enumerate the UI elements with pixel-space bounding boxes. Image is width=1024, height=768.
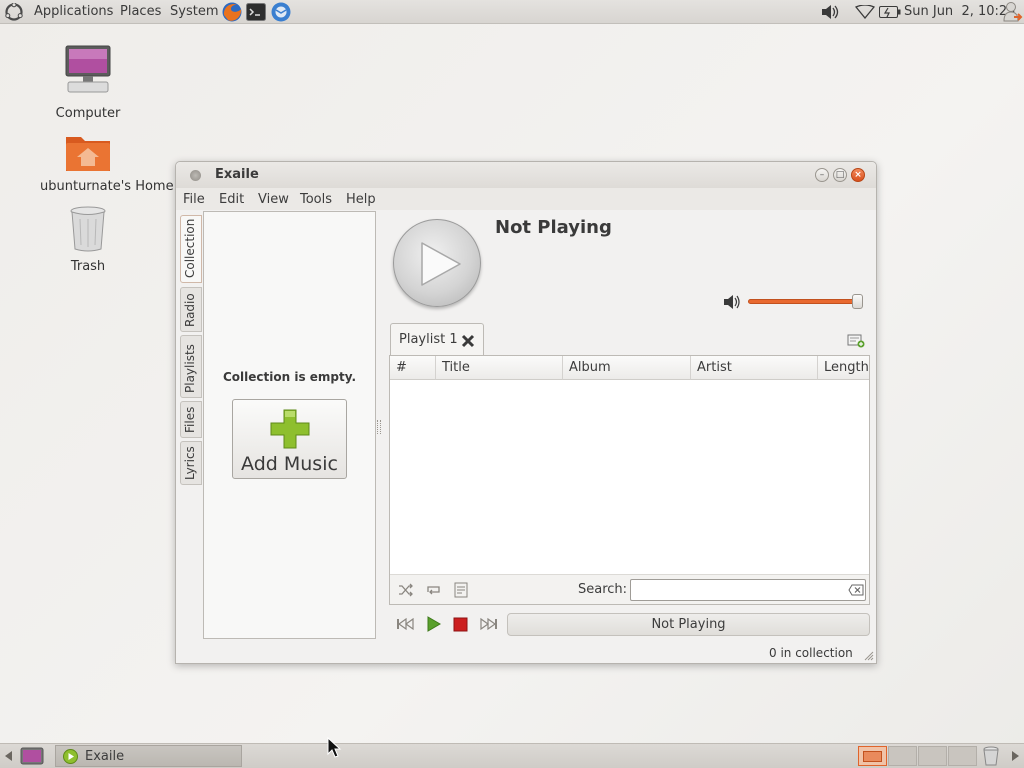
volume-slider[interactable] [748,294,863,309]
desktop-trash[interactable]: Trash [40,205,136,274]
playback-progress-bar[interactable]: Not Playing [507,613,870,636]
volume-icon[interactable] [821,4,841,20]
playlist-tab-label: Playlist 1 [399,332,458,347]
computer-icon [65,45,111,93]
exaile-window: Exaile – □ × File Edit View Tools Help C… [175,161,877,664]
window-titlebar[interactable]: Exaile – □ × [176,162,876,188]
volume-mute-icon[interactable] [723,294,741,310]
search-input[interactable] [630,579,866,601]
playlist-tab[interactable]: Playlist 1 [390,323,484,355]
minimize-button[interactable]: – [815,168,829,182]
terminal-icon[interactable] [246,3,266,21]
wifi-icon[interactable] [855,5,875,19]
collection-panel: Collection is empty. Add Music [203,211,376,639]
user-logout-icon[interactable] [1001,1,1023,23]
play-icon [421,242,461,286]
resize-grip-icon[interactable] [864,651,874,661]
dynamic-playlist-icon[interactable] [454,582,468,598]
taskbar-exaile-task[interactable]: Exaile [55,745,242,767]
next-icon[interactable] [480,617,498,631]
scroll-left-icon[interactable] [2,749,14,763]
mouse-cursor-icon [327,737,342,758]
clear-search-icon[interactable] [848,584,864,596]
firefox-icon[interactable] [221,1,243,23]
menu-help[interactable]: Help [346,192,376,207]
desktop-home-folder[interactable]: ubunturnate's Home [40,131,174,194]
shuffle-icon[interactable] [398,583,414,597]
pane-splitter[interactable] [377,420,381,434]
previous-icon[interactable] [396,617,414,631]
trash-icon [70,206,106,252]
workspace-4[interactable] [948,746,977,766]
add-music-button[interactable]: Add Music [232,399,347,479]
maximize-button[interactable]: □ [833,168,847,182]
tab-radio[interactable]: Radio [180,287,202,332]
trash-applet-icon[interactable] [982,746,1000,766]
tab-label: Playlists [183,344,197,393]
exaile-app-icon [63,749,78,764]
clock[interactable]: Sun Jun 2, 10:25 [904,4,1015,19]
applications-menu[interactable]: Applications [34,4,113,19]
volume-slider-handle[interactable] [852,294,863,309]
tab-label: Lyrics [183,446,197,480]
thunderbird-icon[interactable] [270,1,292,23]
desktop-icon-label: Trash [70,259,106,274]
desktop-computer[interactable]: Computer [40,44,136,121]
places-menu[interactable]: Places [120,4,161,19]
play-small-icon[interactable] [425,616,441,632]
home-folder-icon [66,137,110,171]
window-title: Exaile [215,167,259,182]
column-album[interactable]: Album [563,356,691,380]
desktop-icon-label: ubunturnate's Home [40,179,174,194]
collection-empty-text: Collection is empty. [222,370,357,384]
menu-tools[interactable]: Tools [300,192,332,207]
repeat-icon[interactable] [426,583,442,597]
close-tab-icon[interactable] [461,334,475,348]
desktop-icon-label: Computer [55,106,121,121]
column-title[interactable]: Title [436,356,563,380]
column-artist[interactable]: Artist [691,356,818,380]
column-length[interactable]: Length [818,356,869,380]
battery-icon[interactable] [879,6,901,18]
show-desktop-icon[interactable] [20,747,44,765]
stop-icon[interactable] [453,617,468,632]
taskbar-task-label: Exaile [85,749,125,764]
top-panel: Applications Places System Sun Jun 2, 10… [0,0,1024,24]
search-label: Search: [578,582,628,597]
bottom-panel: Exaile [0,743,1024,768]
tab-playlists[interactable]: Playlists [180,335,202,398]
collection-count-status: 0 in collection [769,646,853,660]
workspace-1[interactable] [858,746,887,766]
tab-files[interactable]: Files [180,401,202,438]
tab-lyrics[interactable]: Lyrics [180,441,202,485]
workspace-window-thumb [863,751,882,762]
new-playlist-icon[interactable] [847,334,865,348]
menu-file[interactable]: File [183,192,205,207]
scroll-right-icon[interactable] [1010,749,1022,763]
window-menu-icon[interactable] [190,170,201,181]
playlist-table[interactable]: # Title Album Artist Length Search: [389,355,870,605]
menu-view[interactable]: View [258,192,289,207]
plus-icon [270,409,310,449]
column-number[interactable]: # [390,356,436,380]
tab-label: Files [183,406,197,433]
ubuntu-logo-icon[interactable] [5,3,23,21]
workspace-2[interactable] [888,746,917,766]
tab-label: Collection [183,218,197,278]
tab-collection[interactable]: Collection [180,215,202,283]
close-button[interactable]: × [851,168,865,182]
now-playing-title: Not Playing [495,217,612,238]
play-pause-button[interactable] [393,219,481,307]
system-menu[interactable]: System [170,4,218,19]
workspace-3[interactable] [918,746,947,766]
add-music-label: Add Music [241,453,338,475]
menu-edit[interactable]: Edit [219,192,244,207]
tab-label: Radio [183,293,197,327]
